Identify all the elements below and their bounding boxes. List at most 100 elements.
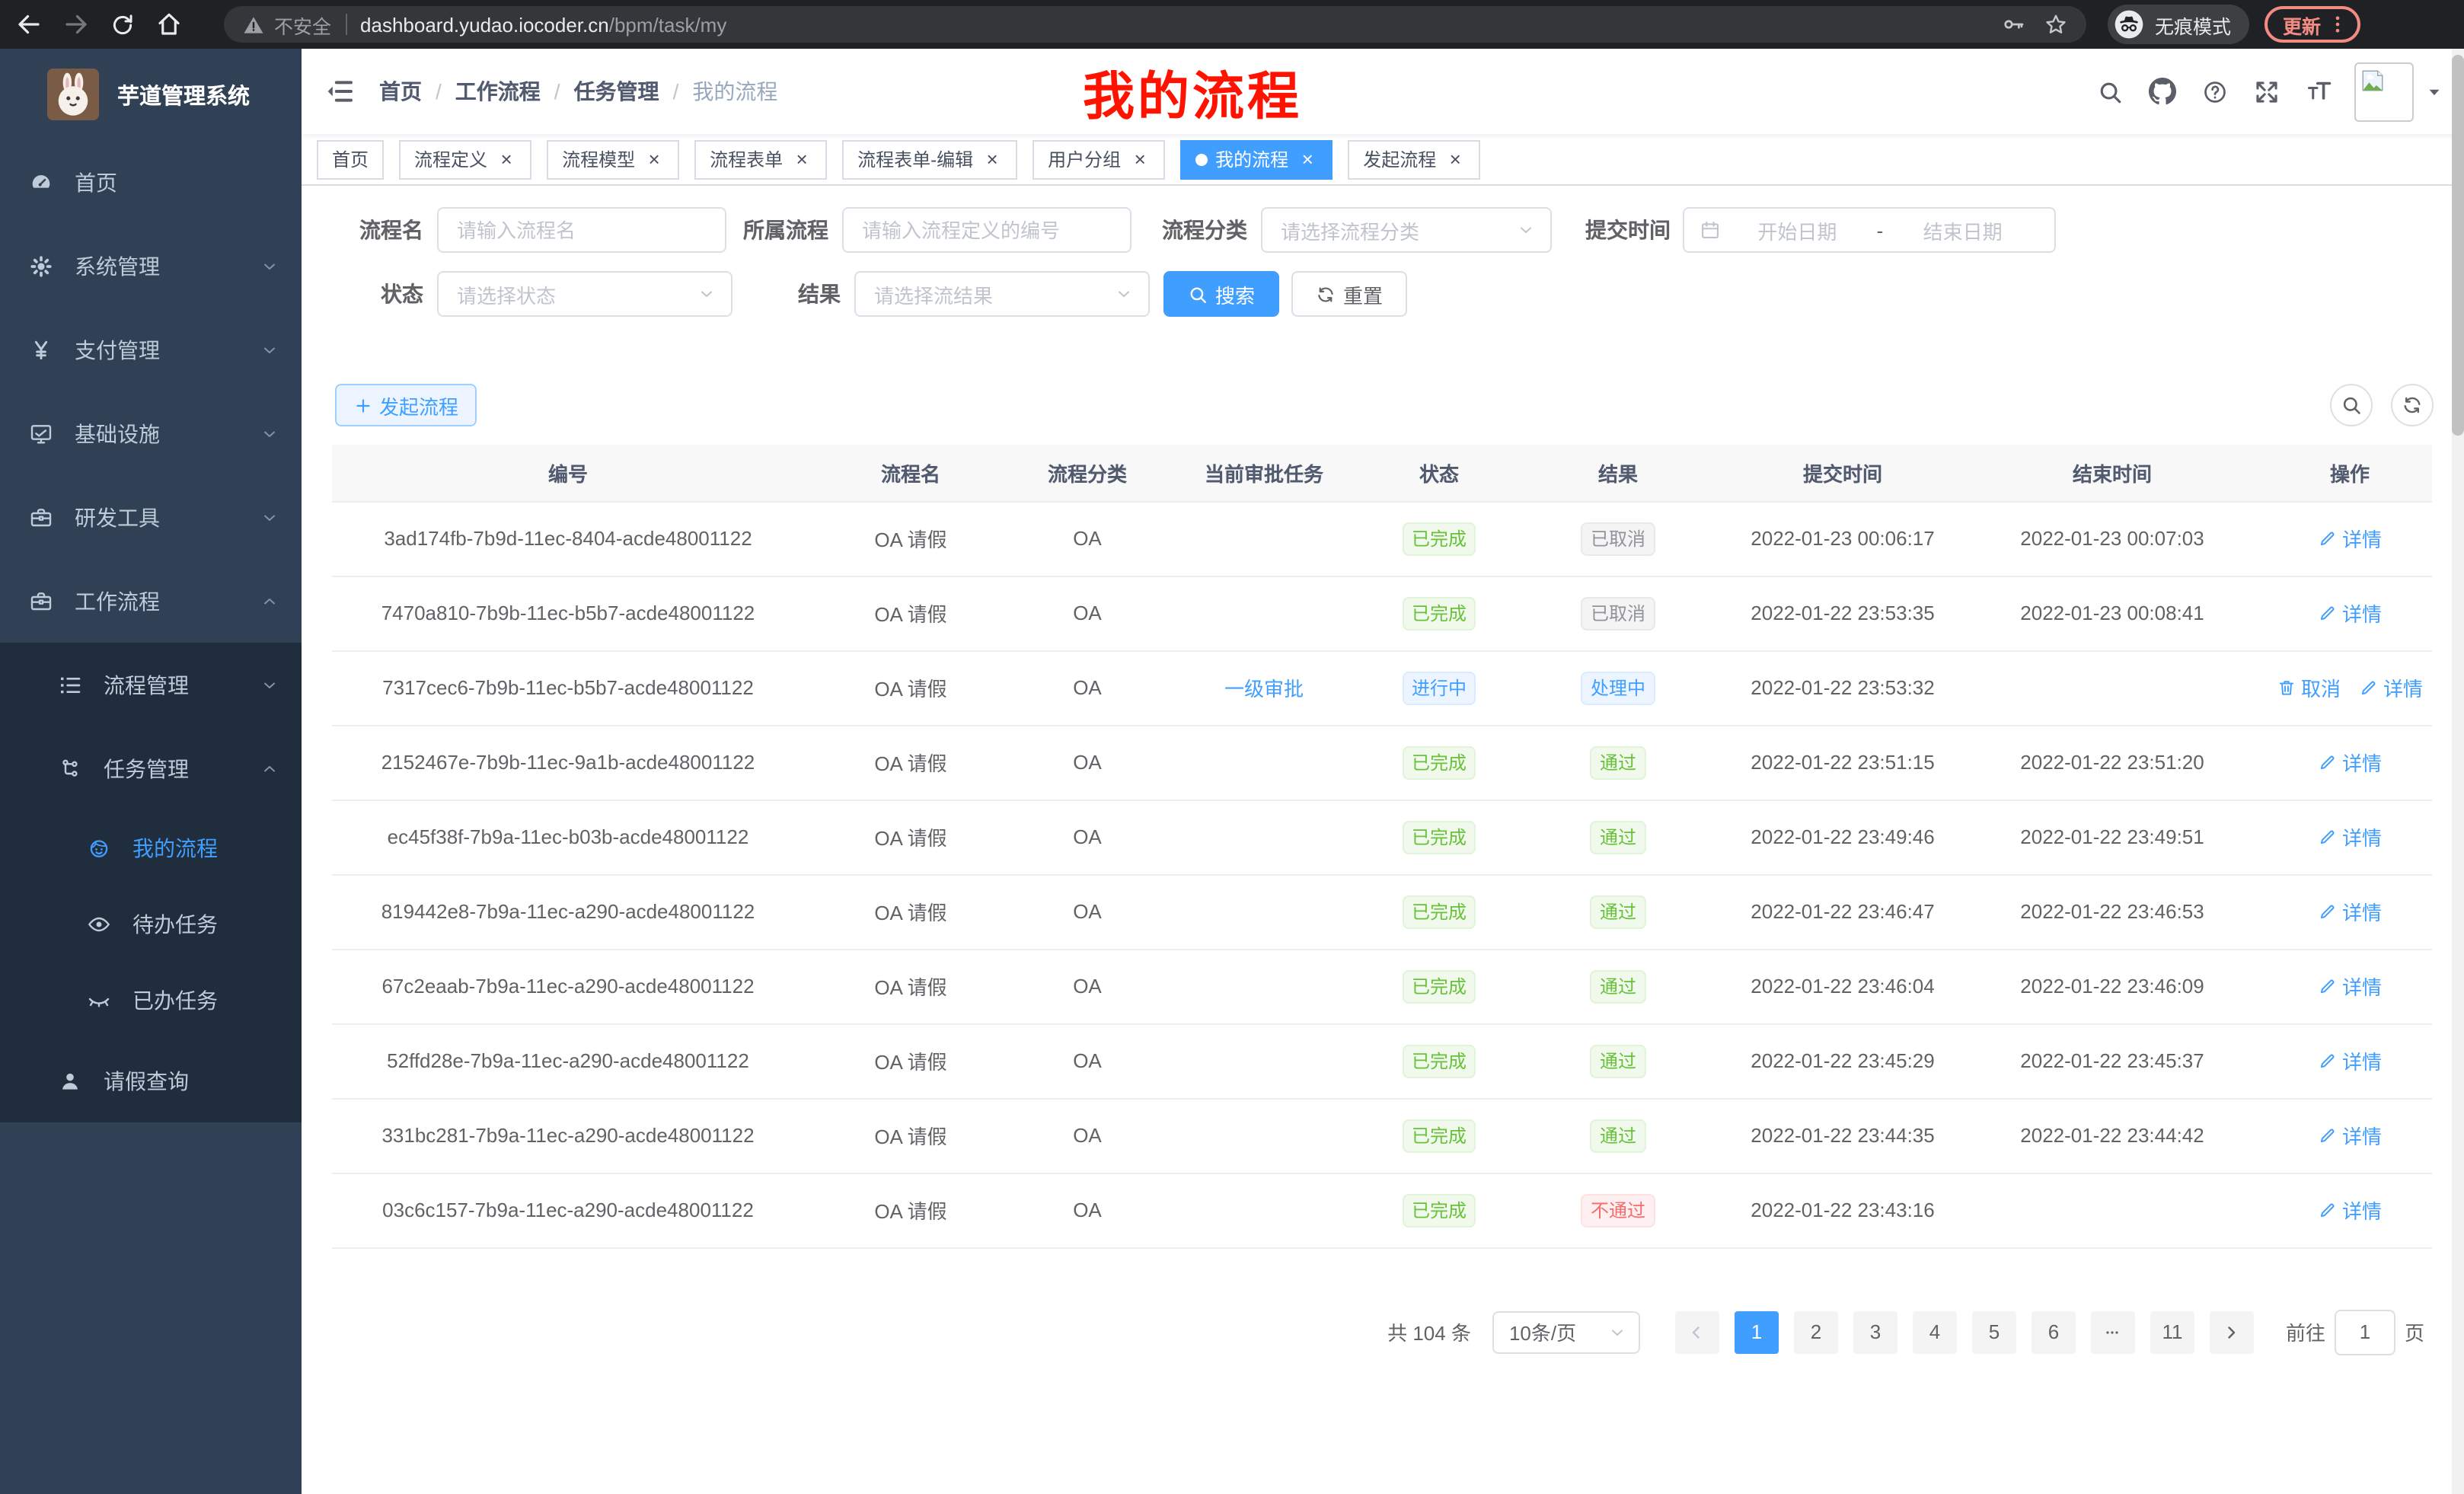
cell-actions: 详情 xyxy=(2268,501,2432,576)
search-button[interactable]: 搜索 xyxy=(1163,271,1279,317)
sidebar-item-gear[interactable]: 系统管理 xyxy=(0,224,302,308)
breadcrumb-separator: / xyxy=(673,79,679,104)
screen: 不安全 dashboard.yudao.iocoder.cn/bpm/task/… xyxy=(0,0,2464,1494)
page-scrollbar[interactable] xyxy=(2452,49,2464,1494)
close-tab-icon[interactable]: × xyxy=(1445,149,1465,169)
breadcrumb-item[interactable]: 工作流程 xyxy=(455,76,541,107)
sidebar-item-yen[interactable]: 支付管理 xyxy=(0,308,302,391)
github-icon[interactable] xyxy=(2149,78,2176,105)
tab-首页[interactable]: 首页 xyxy=(317,139,384,179)
security-warning-icon[interactable] xyxy=(242,13,265,36)
cell-current-task xyxy=(1157,501,1371,576)
detail-link[interactable]: 详情 xyxy=(2318,972,2382,1001)
sidebar-item-eye-closed[interactable]: 已办任务 xyxy=(0,962,302,1039)
caret-down-icon[interactable] xyxy=(2426,83,2443,100)
tab-我的流程[interactable]: 我的流程× xyxy=(1180,139,1333,179)
close-tab-icon[interactable]: × xyxy=(982,149,1002,169)
cell-end-time: 2022-01-22 23:44:42 xyxy=(1957,1098,2268,1173)
start-process-button[interactable]: 发起流程 xyxy=(335,384,477,426)
browser-reload-icon[interactable] xyxy=(110,11,136,37)
browser-home-icon[interactable] xyxy=(155,11,183,38)
reset-button[interactable]: 重置 xyxy=(1291,271,1407,317)
current-task-link[interactable]: 一级审批 xyxy=(1224,673,1304,702)
category-select[interactable]: 请选择流程分类 xyxy=(1261,207,1552,253)
tab-用户分组[interactable]: 用户分组× xyxy=(1033,139,1165,179)
detail-link[interactable]: 详情 xyxy=(2318,822,2382,851)
browser-forward-icon[interactable] xyxy=(62,11,90,38)
detail-link[interactable]: 详情 xyxy=(2318,897,2382,926)
close-tab-icon[interactable]: × xyxy=(1297,149,1317,169)
sidebar-collapse-icon[interactable] xyxy=(324,76,355,107)
sidebar-item-dashboard[interactable]: 首页 xyxy=(0,140,302,224)
detail-link[interactable]: 详情 xyxy=(2318,1196,2382,1224)
dashboard-icon xyxy=(29,170,53,194)
font-size-icon[interactable] xyxy=(2306,78,2333,105)
sidebar-item-flow-list[interactable]: 流程管理 xyxy=(0,643,302,726)
prev-page-button[interactable] xyxy=(1675,1310,1719,1353)
page-button-11[interactable]: 11 xyxy=(2150,1310,2194,1353)
detail-link[interactable]: 详情 xyxy=(2318,1046,2382,1075)
detail-link[interactable]: 详情 xyxy=(2318,748,2382,777)
show-search-button[interactable] xyxy=(2330,384,2373,426)
table-row: 331bc281-7b9a-11ec-a290-acde48001122OA 请… xyxy=(332,1098,2432,1173)
kebab-menu-icon[interactable] xyxy=(2327,14,2348,35)
scrollbar-thumb[interactable] xyxy=(2452,55,2464,436)
detail-link[interactable]: 详情 xyxy=(2318,524,2382,553)
sidebar-item-suitcase[interactable]: 工作流程 xyxy=(0,559,302,643)
sidebar-item-user[interactable]: 请假查询 xyxy=(0,1039,302,1122)
bookmark-star-icon[interactable] xyxy=(2044,12,2068,37)
detail-link[interactable]: 详情 xyxy=(2318,1121,2382,1150)
sidebar-item-suitcase[interactable]: 研发工具 xyxy=(0,475,302,559)
sidebar-item-label: 请假查询 xyxy=(104,1065,189,1096)
result-badge: 通过 xyxy=(1591,820,1645,854)
page-button-4[interactable]: 4 xyxy=(1913,1310,1957,1353)
tab-流程表单-编辑[interactable]: 流程表单-编辑× xyxy=(842,139,1017,179)
tab-label: 流程表单 xyxy=(710,146,783,172)
page-button-5[interactable]: 5 xyxy=(1972,1310,2016,1353)
sidebar-item-face[interactable]: 我的流程 xyxy=(0,810,302,886)
close-tab-icon[interactable]: × xyxy=(792,149,812,169)
close-tab-icon[interactable]: × xyxy=(644,149,664,169)
tab-流程定义[interactable]: 流程定义× xyxy=(399,139,531,179)
cell-process-id: 52ffd28e-7b9a-11ec-a290-acde48001122 xyxy=(332,1023,804,1098)
address-bar[interactable]: 不安全 dashboard.yudao.iocoder.cn/bpm/task/… xyxy=(224,6,2086,43)
fullscreen-icon[interactable] xyxy=(2254,78,2280,104)
page-button-6[interactable]: 6 xyxy=(2032,1310,2076,1353)
status-select[interactable]: 请选择状态 xyxy=(437,271,732,317)
password-key-icon[interactable] xyxy=(2001,12,2025,37)
result-select[interactable]: 请选择流结果 xyxy=(854,271,1150,317)
table-toolbar: 发起流程 xyxy=(332,384,2434,426)
jump-page-input[interactable] xyxy=(2335,1309,2395,1355)
cell-process-name: OA 请假 xyxy=(804,1098,1017,1173)
cancel-link[interactable]: 取消 xyxy=(2277,673,2341,702)
browser-back-icon[interactable] xyxy=(15,11,43,38)
refresh-table-button[interactable] xyxy=(2391,384,2434,426)
avatar[interactable] xyxy=(2354,62,2414,121)
breadcrumb-item[interactable]: 首页 xyxy=(379,76,422,107)
close-tab-icon[interactable]: × xyxy=(496,149,516,169)
process-definition-input[interactable] xyxy=(842,207,1131,253)
close-tab-icon[interactable]: × xyxy=(1130,149,1150,169)
process-name-input[interactable] xyxy=(437,207,726,253)
detail-link[interactable]: 详情 xyxy=(2318,599,2382,627)
browser-update-menu[interactable]: 更新 xyxy=(2265,6,2360,43)
search-icon[interactable] xyxy=(2097,78,2123,104)
app-logo-row[interactable]: 芋道管理系统 xyxy=(0,49,302,140)
page-button-1[interactable]: 1 xyxy=(1735,1310,1779,1353)
page-button-3[interactable]: 3 xyxy=(1853,1310,1897,1353)
page-more-button[interactable] xyxy=(2091,1310,2135,1353)
page-button-2[interactable]: 2 xyxy=(1794,1310,1838,1353)
sidebar-item-eye[interactable]: 待办任务 xyxy=(0,886,302,962)
next-page-button[interactable] xyxy=(2210,1310,2254,1353)
sidebar-item-tree[interactable]: 任务管理 xyxy=(0,726,302,810)
page-size-select[interactable]: 10条/页 xyxy=(1492,1310,1640,1353)
submit-time-range-picker[interactable]: 开始日期 - 结束日期 xyxy=(1683,207,2056,253)
sidebar-item-monitor[interactable]: 基础设施 xyxy=(0,391,302,475)
column-header: 结束时间 xyxy=(1957,445,2268,501)
help-icon[interactable] xyxy=(2202,78,2228,104)
tab-发起流程[interactable]: 发起流程× xyxy=(1348,139,1480,179)
detail-link[interactable]: 详情 xyxy=(2359,673,2423,702)
tab-流程模型[interactable]: 流程模型× xyxy=(547,139,679,179)
breadcrumb-item[interactable]: 任务管理 xyxy=(574,76,659,107)
tab-流程表单[interactable]: 流程表单 × xyxy=(694,139,827,179)
